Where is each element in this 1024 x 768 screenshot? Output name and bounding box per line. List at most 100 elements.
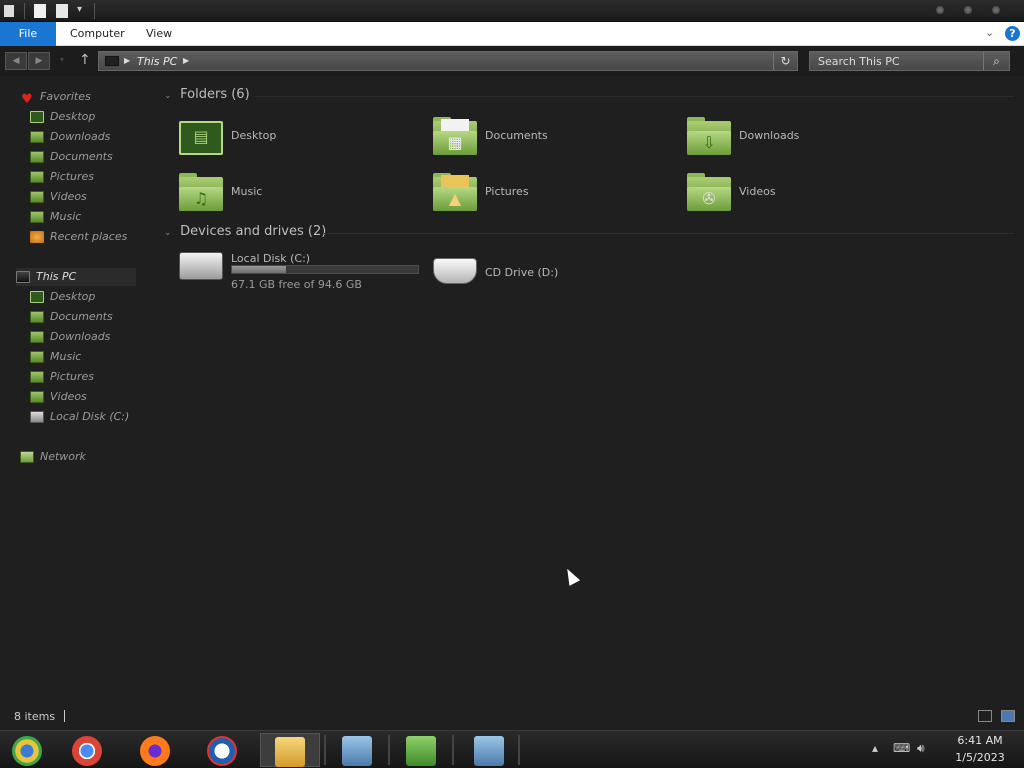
nav-fav-pictures[interactable]: Pictures [30,168,94,186]
status-divider [64,710,65,722]
nav-label: Pictures [50,370,95,383]
group-divider [254,96,1014,97]
taskbar-divider [452,735,454,765]
folders-header-label: Folders (6) [180,87,250,102]
heart-icon: ♥ [21,92,33,107]
taskbar-file-explorer[interactable] [260,733,320,767]
desktop-icon [30,291,44,303]
recent-locations-icon[interactable]: ▾ [60,55,64,64]
breadcrumb-this-pc[interactable]: This PC [137,55,177,68]
folder-label: Videos [739,185,776,198]
videos-folder-icon: ✇ [687,173,731,211]
help-icon[interactable]: ? [1005,26,1020,41]
maximize-button[interactable] [963,5,973,15]
folder-pictures[interactable]: ▲ Pictures [433,171,673,219]
refresh-icon[interactable]: ↻ [773,52,797,70]
taskbar: ▴ ⌨ 🔊︎ 6:41 AM 1/5/2023 [0,730,1024,768]
taskbar-chrome-canary[interactable] [0,733,52,767]
taskbar-firefox[interactable] [128,733,180,767]
clock-time: 6:41 AM [957,734,1003,747]
nav-pc-desktop[interactable]: Desktop [30,288,95,306]
taskbar-app[interactable] [195,733,247,767]
details-view-icon[interactable] [978,710,992,722]
ribbon: File Computer View ⌄ ? [0,22,1024,46]
folder-music[interactable]: ♫ Music [179,171,419,219]
music-folder-icon [30,351,44,363]
address-row: ◀ ▶ ▾ ↑ ▶ This PC ▶ ↻ ⌕ [0,46,1024,76]
firefox-icon [140,736,170,766]
address-bar[interactable]: ▶ This PC ▶ ↻ [98,51,798,71]
folder-label: Downloads [739,129,800,142]
nav-favorites[interactable]: ♥ Favorites [20,88,91,107]
breadcrumb-chevron-icon[interactable]: ▶ [124,56,130,65]
app-icon[interactable] [4,5,14,17]
group-divider [324,233,1014,234]
volume-icon[interactable]: 🔊︎ [917,741,925,756]
drive-cd-d[interactable]: CD Drive (D:) [433,252,673,300]
taskbar-setup-2[interactable] [462,733,514,767]
clock[interactable]: 6:41 AM 1/5/2023 [940,732,1020,766]
capacity-bar [231,265,419,274]
large-icons-view-icon[interactable] [1001,710,1015,722]
breadcrumb-chevron-icon[interactable]: ▶ [183,56,189,65]
nav-fav-documents[interactable]: Documents [30,148,113,166]
folder-documents[interactable]: ▦ Documents [433,115,673,163]
taskbar-setup[interactable] [330,733,382,767]
nav-label: Music [50,350,82,363]
folders-group-header[interactable]: ⌄ Folders (6) [164,87,250,102]
devices-group-header[interactable]: ⌄ Devices and drives (2) [164,224,326,239]
nav-label: Desktop [50,290,96,303]
nav-pc-pictures[interactable]: Pictures [30,368,94,386]
search-icon[interactable]: ⌕ [983,52,1009,70]
nav-network[interactable]: Network [20,448,86,466]
documents-folder-icon [30,311,44,323]
show-hidden-icons-icon[interactable]: ▴ [872,741,878,755]
nav-fav-recent-places[interactable]: Recent places [30,228,127,246]
nav-pc-documents[interactable]: Documents [30,308,113,326]
tab-file[interactable]: File [0,22,56,46]
taskbar-users[interactable] [394,733,446,767]
nav-pc-music[interactable]: Music [30,348,81,366]
folder-downloads[interactable]: ⇩ Downloads [687,115,927,163]
nav-fav-music[interactable]: Music [30,208,81,226]
up-arrow-icon[interactable]: ↑ [79,52,91,68]
file-explorer-icon [275,737,305,767]
folder-desktop[interactable]: ▤ Desktop [179,115,419,163]
nav-pc-local-disk[interactable]: Local Disk (C:) [30,408,129,426]
expand-ribbon-icon[interactable]: ⌄ [985,26,994,39]
nav-this-pc[interactable]: This PC [16,268,136,286]
tab-computer[interactable]: Computer [60,22,135,46]
search-input[interactable] [810,52,984,70]
obama-logo-icon [207,736,237,766]
devices-header-label: Devices and drives (2) [180,224,327,239]
close-button[interactable] [991,5,1001,15]
drive-local-disk-c[interactable]: Local Disk (C:) 67.1 GB free of 94.6 GB [179,246,419,296]
users-icon [406,736,436,766]
nav-pc-videos[interactable]: Videos [30,388,87,406]
nav-fav-downloads[interactable]: Downloads [30,128,110,146]
downloads-folder-icon [30,131,44,143]
navigation-pane: ♥ Favorites Desktop Downloads Documents P… [0,80,155,700]
forward-button[interactable]: ▶ [28,52,50,70]
customize-quick-access-icon[interactable]: ▾ [77,4,82,20]
nav-fav-desktop[interactable]: Desktop [30,108,95,126]
nav-fav-videos[interactable]: Videos [30,188,87,206]
collapse-chevron-icon[interactable]: ⌄ [164,228,176,238]
back-button[interactable]: ◀ [5,52,27,70]
title-bar: ▾ [0,0,1024,22]
downloads-folder-icon [30,331,44,343]
taskbar-chrome[interactable] [60,733,112,767]
nav-pc-downloads[interactable]: Downloads [30,328,110,346]
taskbar-divider [388,735,390,765]
tab-view[interactable]: View [136,22,182,46]
pc-icon [16,271,30,283]
nav-label: Documents [50,310,113,323]
new-folder-icon[interactable] [56,4,68,18]
setup-icon [474,736,504,766]
explorer-window: ▾ File Computer View ⌄ ? ◀ ▶ ▾ ↑ ▶ This … [0,0,1024,730]
collapse-chevron-icon[interactable]: ⌄ [164,91,176,101]
folder-videos[interactable]: ✇ Videos [687,171,927,219]
minimize-button[interactable] [935,5,945,15]
network-tray-icon[interactable]: ⌨ [893,741,910,755]
properties-icon[interactable] [34,4,46,18]
